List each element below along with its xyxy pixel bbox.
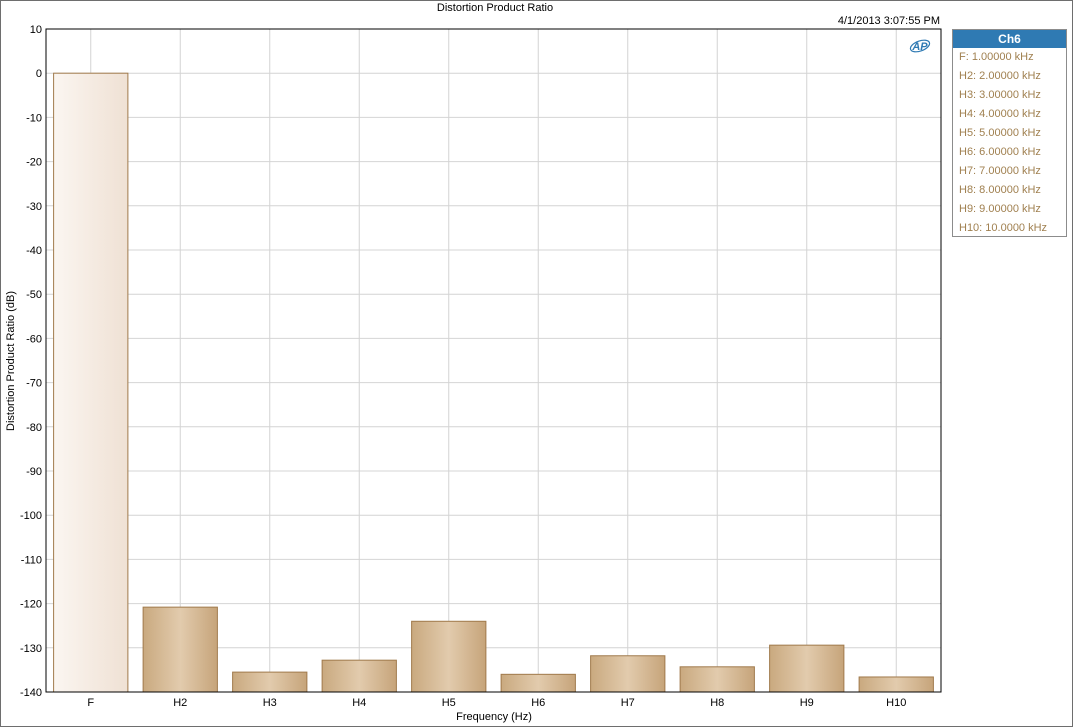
y-tick-label: -140 xyxy=(20,687,42,699)
x-tick-label: H6 xyxy=(531,697,545,709)
bar-h9 xyxy=(769,644,845,693)
y-tick-label: -10 xyxy=(26,112,42,124)
y-tick-label: -70 xyxy=(26,378,42,390)
chart-gridlines xyxy=(46,28,941,693)
bar-h10 xyxy=(858,676,934,693)
y-tick-label: -110 xyxy=(21,554,42,566)
x-tick-label: H5 xyxy=(442,697,456,709)
bar-h5 xyxy=(411,620,487,693)
legend-item: H5: 5.00000 kHz xyxy=(959,127,1041,139)
legend-item: H2: 2.00000 kHz xyxy=(959,70,1041,82)
x-tick-label: H7 xyxy=(621,697,635,709)
legend-item: H6: 6.00000 kHz xyxy=(959,146,1041,158)
legend-items: F: 1.00000 kHz H2: 2.00000 kHz H3: 3.00000… xyxy=(953,48,1066,238)
y-tick-label: -120 xyxy=(20,599,42,611)
y-axis-ticks: 10 0 -10 -20 -30 -40 -50 -60 -70 -80 -90 -100 -110 -1… xyxy=(20,24,42,699)
bar-h8 xyxy=(679,666,755,693)
x-tick-label: H8 xyxy=(710,697,724,709)
legend-item: H4: 4.00000 kHz xyxy=(959,108,1041,120)
ap-logo-text: AP xyxy=(911,41,928,53)
y-tick-label: -20 xyxy=(26,157,42,169)
legend-item: H7: 7.00000 kHz xyxy=(959,165,1041,177)
x-axis-ticks: F H2 H3 H4 H5 H6 H7 H8 H9 H10 xyxy=(87,697,906,709)
chart-title: Distortion Product Ratio xyxy=(437,2,553,14)
y-tick-label: -60 xyxy=(26,333,42,345)
y-tick-label: -50 xyxy=(26,289,42,301)
y-tick-label: 10 xyxy=(30,24,42,36)
bar-h4 xyxy=(321,659,397,693)
bar-h3 xyxy=(232,671,308,693)
bar-h2 xyxy=(142,606,218,693)
bar-h7 xyxy=(590,655,666,693)
legend-title: Ch6 xyxy=(953,30,1066,48)
legend-item: H3: 3.00000 kHz xyxy=(959,89,1041,101)
legend-item: F: 1.00000 kHz xyxy=(959,51,1034,63)
legend-item: H9: 9.00000 kHz xyxy=(959,203,1041,215)
x-axis-label: Frequency (Hz) xyxy=(456,711,532,723)
y-tick-label: -100 xyxy=(20,510,42,522)
bar-h6 xyxy=(500,673,576,693)
legend-item: H10: 10.0000 kHz xyxy=(959,222,1048,234)
y-tick-label: -40 xyxy=(26,245,42,257)
y-tick-label: 0 xyxy=(36,68,42,80)
x-tick-label: H3 xyxy=(263,697,277,709)
x-tick-label: H4 xyxy=(352,697,366,709)
chart-svg: Distortion Product Ratio 4/1/2013 3:07:5… xyxy=(5,2,942,723)
y-tick-label: -130 xyxy=(20,643,42,655)
ap-logo: AP xyxy=(909,39,931,53)
legend: Ch6 F: 1.00000 kHz H2: 2.00000 kHz H3: 3.0… xyxy=(952,29,1067,237)
y-tick-label: -30 xyxy=(26,201,42,213)
y-tick-label: -80 xyxy=(26,422,42,434)
bar-f xyxy=(53,72,129,693)
legend-item: H8: 8.00000 kHz xyxy=(959,184,1041,196)
chart-timestamp: 4/1/2013 3:07:55 PM xyxy=(838,15,940,27)
x-tick-label: F xyxy=(87,697,94,709)
x-tick-label: H9 xyxy=(800,697,814,709)
x-tick-label: H10 xyxy=(886,697,906,709)
y-tick-label: -90 xyxy=(26,466,42,478)
x-tick-label: H2 xyxy=(173,697,187,709)
y-axis-label: Distortion Product Ratio (dB) xyxy=(5,291,17,431)
